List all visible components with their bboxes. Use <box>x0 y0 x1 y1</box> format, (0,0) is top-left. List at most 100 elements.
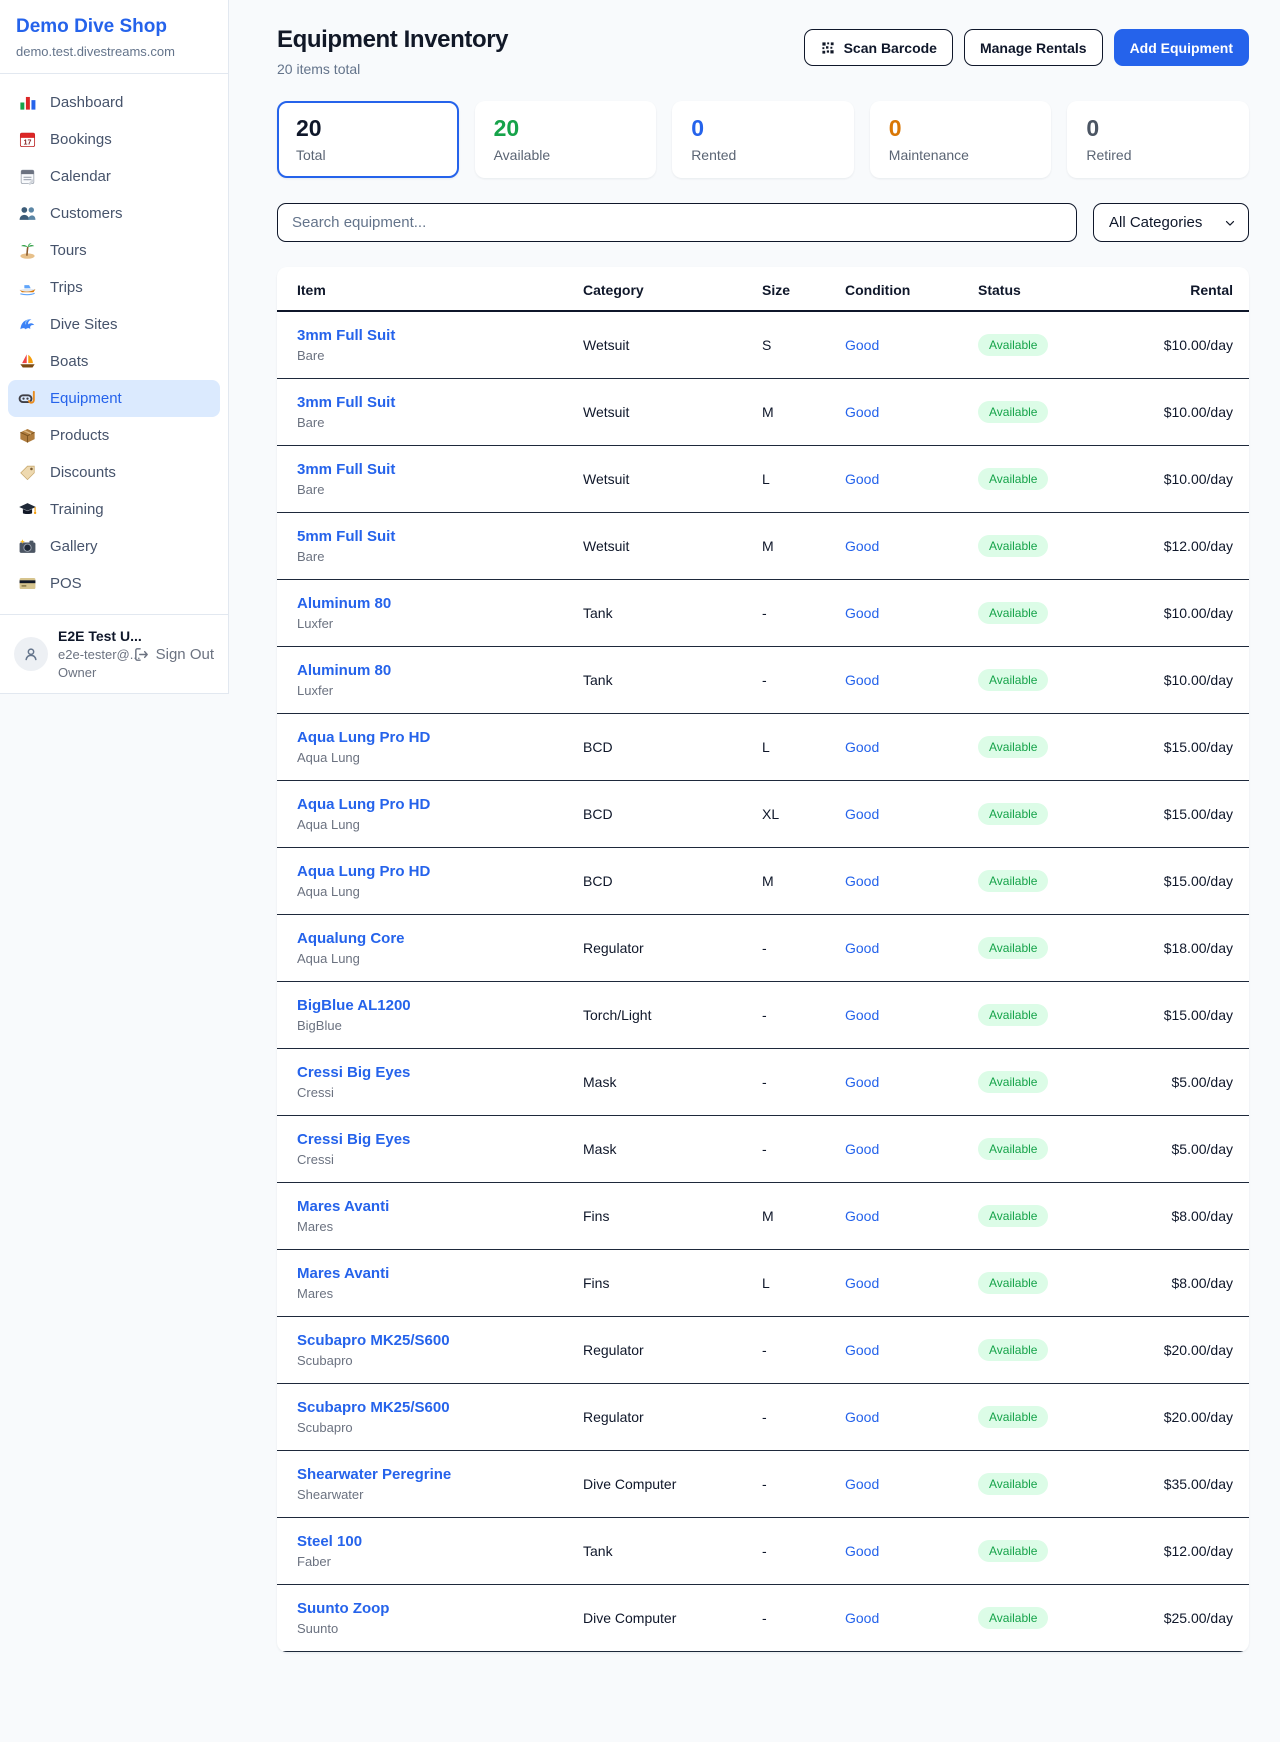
item-condition-link[interactable]: Good <box>845 873 879 889</box>
item-condition-link[interactable]: Good <box>845 471 879 487</box>
item-condition-link[interactable]: Good <box>845 1543 879 1559</box>
status-badge: Available <box>978 1205 1048 1227</box>
item-rental-rate: $12.00/day <box>1158 513 1249 580</box>
item-condition-link[interactable]: Good <box>845 1007 879 1023</box>
header-actions: Scan Barcode Manage Rentals Add Equipmen… <box>804 29 1249 66</box>
item-size: - <box>762 915 845 982</box>
item-category: Fins <box>583 1183 762 1250</box>
sidebar-item-training[interactable]: Training <box>8 491 220 528</box>
item-condition-link[interactable]: Good <box>845 806 879 822</box>
item-brand: Luxfer <box>297 616 583 631</box>
item-name-link[interactable]: Mares Avanti <box>297 1265 389 1282</box>
stat-card[interactable]: 0 Retired <box>1067 101 1249 178</box>
item-condition-link[interactable]: Good <box>845 1275 879 1291</box>
stat-card[interactable]: 20 Total <box>277 101 459 178</box>
item-size: L <box>762 446 845 513</box>
item-condition-link[interactable]: Good <box>845 1476 879 1492</box>
item-condition-link[interactable]: Good <box>845 1409 879 1425</box>
item-rental-rate: $15.00/day <box>1158 781 1249 848</box>
item-size: - <box>762 647 845 714</box>
stat-card[interactable]: 20 Available <box>475 101 657 178</box>
item-condition-link[interactable]: Good <box>845 672 879 688</box>
add-equipment-button[interactable]: Add Equipment <box>1114 29 1249 66</box>
item-name-link[interactable]: Steel 100 <box>297 1533 362 1550</box>
item-name-link[interactable]: Aqualung Core <box>297 930 405 947</box>
sidebar-item-label: Discounts <box>50 464 116 481</box>
trips-icon <box>18 278 37 297</box>
scan-barcode-button[interactable]: Scan Barcode <box>804 29 953 66</box>
table-row: Aqua Lung Pro HD Aqua Lung BCD M Good Av… <box>277 848 1249 915</box>
item-name-link[interactable]: Aqua Lung Pro HD <box>297 796 430 813</box>
stat-card[interactable]: 0 Maintenance <box>870 101 1052 178</box>
item-condition-link[interactable]: Good <box>845 1074 879 1090</box>
item-category: Wetsuit <box>583 311 762 379</box>
item-condition-link[interactable]: Good <box>845 739 879 755</box>
item-name-link[interactable]: Suunto Zoop <box>297 1600 389 1617</box>
item-condition-link[interactable]: Good <box>845 1208 879 1224</box>
item-name-link[interactable]: Aqua Lung Pro HD <box>297 863 430 880</box>
item-brand: Scubapro <box>297 1353 583 1368</box>
sidebar-item-trips[interactable]: Trips <box>8 269 220 306</box>
item-rental-rate: $12.00/day <box>1158 1518 1249 1585</box>
sidebar-item-pos[interactable]: POS <box>8 565 220 602</box>
item-name-link[interactable]: Mares Avanti <box>297 1198 389 1215</box>
column-header-status: Status <box>978 267 1158 311</box>
products-icon <box>18 426 37 445</box>
item-brand: Luxfer <box>297 683 583 698</box>
sign-out-button[interactable]: Sign Out <box>133 646 214 663</box>
table-row: Shearwater Peregrine Shearwater Dive Com… <box>277 1451 1249 1518</box>
item-name-link[interactable]: BigBlue AL1200 <box>297 997 411 1014</box>
table-row: Aqua Lung Pro HD Aqua Lung BCD L Good Av… <box>277 714 1249 781</box>
sidebar-item-products[interactable]: Products <box>8 417 220 454</box>
item-condition-link[interactable]: Good <box>845 605 879 621</box>
item-name-link[interactable]: Scubapro MK25/S600 <box>297 1399 450 1416</box>
sidebar-item-bookings[interactable]: 17 Bookings <box>8 121 220 158</box>
item-name-link[interactable]: Cressi Big Eyes <box>297 1064 410 1081</box>
item-name-link[interactable]: Aluminum 80 <box>297 595 391 612</box>
sidebar-item-customers[interactable]: Customers <box>8 195 220 232</box>
stat-card[interactable]: 0 Rented <box>672 101 854 178</box>
table-row: Scubapro MK25/S600 Scubapro Regulator - … <box>277 1317 1249 1384</box>
sidebar-item-calendar[interactable]: Calendar <box>8 158 220 195</box>
item-condition-link[interactable]: Good <box>845 337 879 353</box>
item-size: - <box>762 1317 845 1384</box>
category-select[interactable]: All Categories <box>1093 203 1249 242</box>
item-condition-link[interactable]: Good <box>845 1610 879 1626</box>
item-condition-link[interactable]: Good <box>845 538 879 554</box>
item-condition-link[interactable]: Good <box>845 1342 879 1358</box>
item-name-link[interactable]: Scubapro MK25/S600 <box>297 1332 450 1349</box>
item-condition-link[interactable]: Good <box>845 1141 879 1157</box>
item-condition-link[interactable]: Good <box>845 940 879 956</box>
status-badge: Available <box>978 468 1048 490</box>
item-name-link[interactable]: 3mm Full Suit <box>297 327 395 344</box>
item-name-link[interactable]: Cressi Big Eyes <box>297 1131 410 1148</box>
item-name-link[interactable]: 3mm Full Suit <box>297 461 395 478</box>
sidebar-item-gallery[interactable]: Gallery <box>8 528 220 565</box>
sidebar-item-discounts[interactable]: Discounts <box>8 454 220 491</box>
item-brand: Aqua Lung <box>297 750 583 765</box>
column-header-item: Item <box>277 267 583 311</box>
item-condition-link[interactable]: Good <box>845 404 879 420</box>
sidebar-item-tours[interactable]: Tours <box>8 232 220 269</box>
sidebar-item-dashboard[interactable]: Dashboard <box>8 84 220 121</box>
brand-title[interactable]: Demo Dive Shop <box>16 16 212 38</box>
table-row: 5mm Full Suit Bare Wetsuit M Good Availa… <box>277 513 1249 580</box>
item-name-link[interactable]: 3mm Full Suit <box>297 394 395 411</box>
tours-icon <box>18 241 37 260</box>
item-brand: Cressi <box>297 1152 583 1167</box>
sidebar-item-boats[interactable]: Boats <box>8 343 220 380</box>
item-name-link[interactable]: Aluminum 80 <box>297 662 391 679</box>
item-name-link[interactable]: Aqua Lung Pro HD <box>297 729 430 746</box>
search-input[interactable] <box>277 203 1077 242</box>
manage-rentals-button[interactable]: Manage Rentals <box>964 29 1103 66</box>
item-brand: Faber <box>297 1554 583 1569</box>
sidebar-item-equipment[interactable]: Equipment <box>8 380 220 417</box>
sidebar-item-dive-sites[interactable]: Dive Sites <box>8 306 220 343</box>
item-name-link[interactable]: 5mm Full Suit <box>297 528 395 545</box>
avatar <box>14 637 48 671</box>
item-size: - <box>762 1585 845 1652</box>
item-name-link[interactable]: Shearwater Peregrine <box>297 1466 451 1483</box>
item-brand: BigBlue <box>297 1018 583 1033</box>
item-category: Regulator <box>583 1317 762 1384</box>
items-total-count: 20 items total <box>277 61 508 77</box>
